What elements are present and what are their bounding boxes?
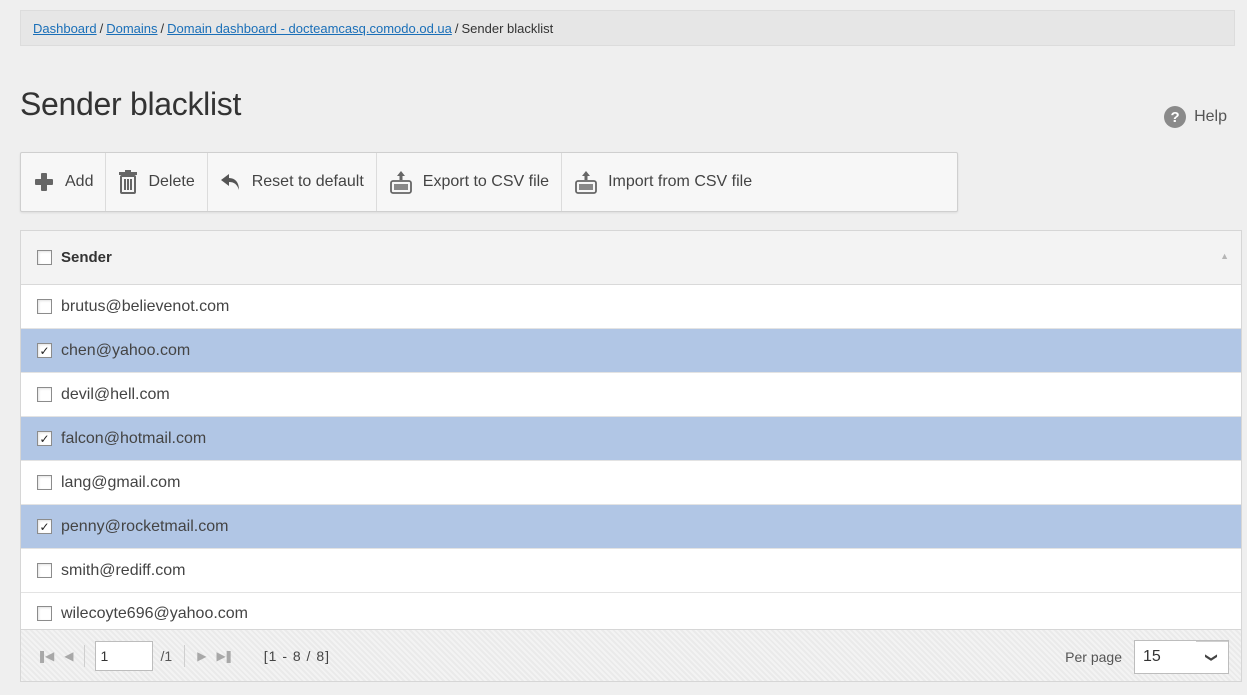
export-csv-button[interactable]: Export to CSV file	[377, 153, 563, 211]
table-row[interactable]: ✓ penny@rocketmail.com	[21, 505, 1241, 549]
toolbar: Add Delete Reset to default Export to CS…	[20, 152, 958, 212]
help-link[interactable]: ? Help	[1164, 106, 1227, 128]
reset-label: Reset to default	[251, 173, 364, 190]
table-row[interactable]: lang@gmail.com	[21, 461, 1241, 505]
select-all-checkbox[interactable]	[37, 250, 52, 265]
help-icon: ?	[1164, 106, 1187, 128]
sender-email: wilecoyte696@yahoo.com	[61, 604, 249, 622]
add-label: Add	[65, 173, 94, 190]
row-checkbox[interactable]: ✓	[37, 431, 52, 446]
sender-email: falcon@hotmail.com	[61, 429, 207, 447]
row-checkbox[interactable]	[37, 387, 52, 402]
sender-grid: Sender ▲ brutus@believenot.com ✓ chen@yaho…	[20, 230, 1242, 682]
per-page-value: 15	[1143, 648, 1161, 665]
breadcrumb-link-domains[interactable]: Domains	[106, 21, 157, 36]
table-row[interactable]: devil@hell.com	[21, 373, 1241, 417]
breadcrumb-current: Sender blacklist	[461, 21, 554, 36]
sender-email: smith@rediff.com	[61, 561, 186, 579]
trash-icon	[118, 170, 138, 194]
row-checkbox[interactable]: ✓	[37, 519, 52, 534]
undo-icon	[220, 172, 242, 192]
help-label: Help	[1194, 108, 1227, 125]
add-button[interactable]: Add	[21, 153, 107, 211]
pager-divider	[184, 644, 186, 667]
export-label: Export to CSV file	[422, 173, 550, 190]
column-header-sender[interactable]: Sender	[61, 249, 112, 266]
sender-email: devil@hell.com	[61, 385, 170, 403]
row-checkbox[interactable]	[37, 563, 52, 578]
sender-email: lang@gmail.com	[61, 473, 181, 491]
sender-email: penny@rocketmail.com	[61, 517, 229, 535]
breadcrumb-link-domain-dashboard[interactable]: Domain dashboard - docteamcasq.comodo.od…	[167, 21, 452, 36]
pager: ❚◀ ◀ /1 ▶ ▶❚ [1 - 8 / 8] Per page 15 ❯	[21, 629, 1241, 681]
import-csv-button[interactable]: Import from CSV file	[562, 153, 778, 211]
table-row[interactable]: brutus@believenot.com	[21, 285, 1241, 329]
page-number-input[interactable]	[94, 640, 153, 671]
table-row[interactable]: ✓ falcon@hotmail.com	[21, 417, 1241, 461]
table-row[interactable]: ✓ chen@yahoo.com	[21, 329, 1241, 373]
page-title: Sender blacklist	[20, 86, 242, 122]
per-page-select[interactable]: 15 ❯	[1134, 640, 1229, 674]
next-page-icon[interactable]: ▶	[191, 649, 210, 663]
row-checkbox[interactable]	[37, 475, 52, 490]
chevron-down-icon[interactable]: ❯	[1196, 641, 1228, 673]
row-checkbox[interactable]	[37, 606, 52, 621]
prev-page-icon[interactable]: ◀	[58, 649, 77, 663]
breadcrumb-separator: /	[454, 21, 459, 36]
first-page-icon[interactable]: ❚◀	[31, 649, 58, 663]
table-row[interactable]: smith@rediff.com	[21, 549, 1241, 593]
page-count: /1	[160, 647, 173, 664]
plus-icon	[33, 171, 55, 193]
sender-email: chen@yahoo.com	[61, 341, 191, 359]
reset-to-default-button[interactable]: Reset to default	[208, 153, 377, 211]
per-page-control: Per page 15 ❯	[1065, 640, 1229, 674]
delete-button[interactable]: Delete	[106, 153, 208, 211]
pager-divider	[83, 644, 85, 667]
breadcrumb-separator: /	[160, 21, 165, 36]
row-checkbox[interactable]: ✓	[37, 343, 52, 358]
sender-email: brutus@believenot.com	[61, 297, 230, 315]
record-range: [1 - 8 / 8]	[263, 647, 330, 664]
delete-label: Delete	[148, 173, 195, 190]
per-page-label: Per page	[1065, 649, 1122, 665]
csv-export-icon	[389, 170, 413, 194]
sort-asc-icon[interactable]: ▲	[1220, 251, 1229, 261]
grid-rows: brutus@believenot.com ✓ chen@yahoo.com devi…	[21, 285, 1241, 635]
last-page-icon[interactable]: ▶❚	[210, 649, 237, 663]
breadcrumb-link-dashboard[interactable]: Dashboard	[33, 21, 97, 36]
breadcrumb: Dashboard / Domains / Domain dashboard - doc…	[20, 10, 1235, 46]
breadcrumb-separator: /	[99, 21, 104, 36]
csv-import-icon	[574, 170, 598, 194]
row-checkbox[interactable]	[37, 299, 52, 314]
import-label: Import from CSV file	[608, 173, 753, 190]
grid-header: Sender ▲	[21, 231, 1241, 285]
